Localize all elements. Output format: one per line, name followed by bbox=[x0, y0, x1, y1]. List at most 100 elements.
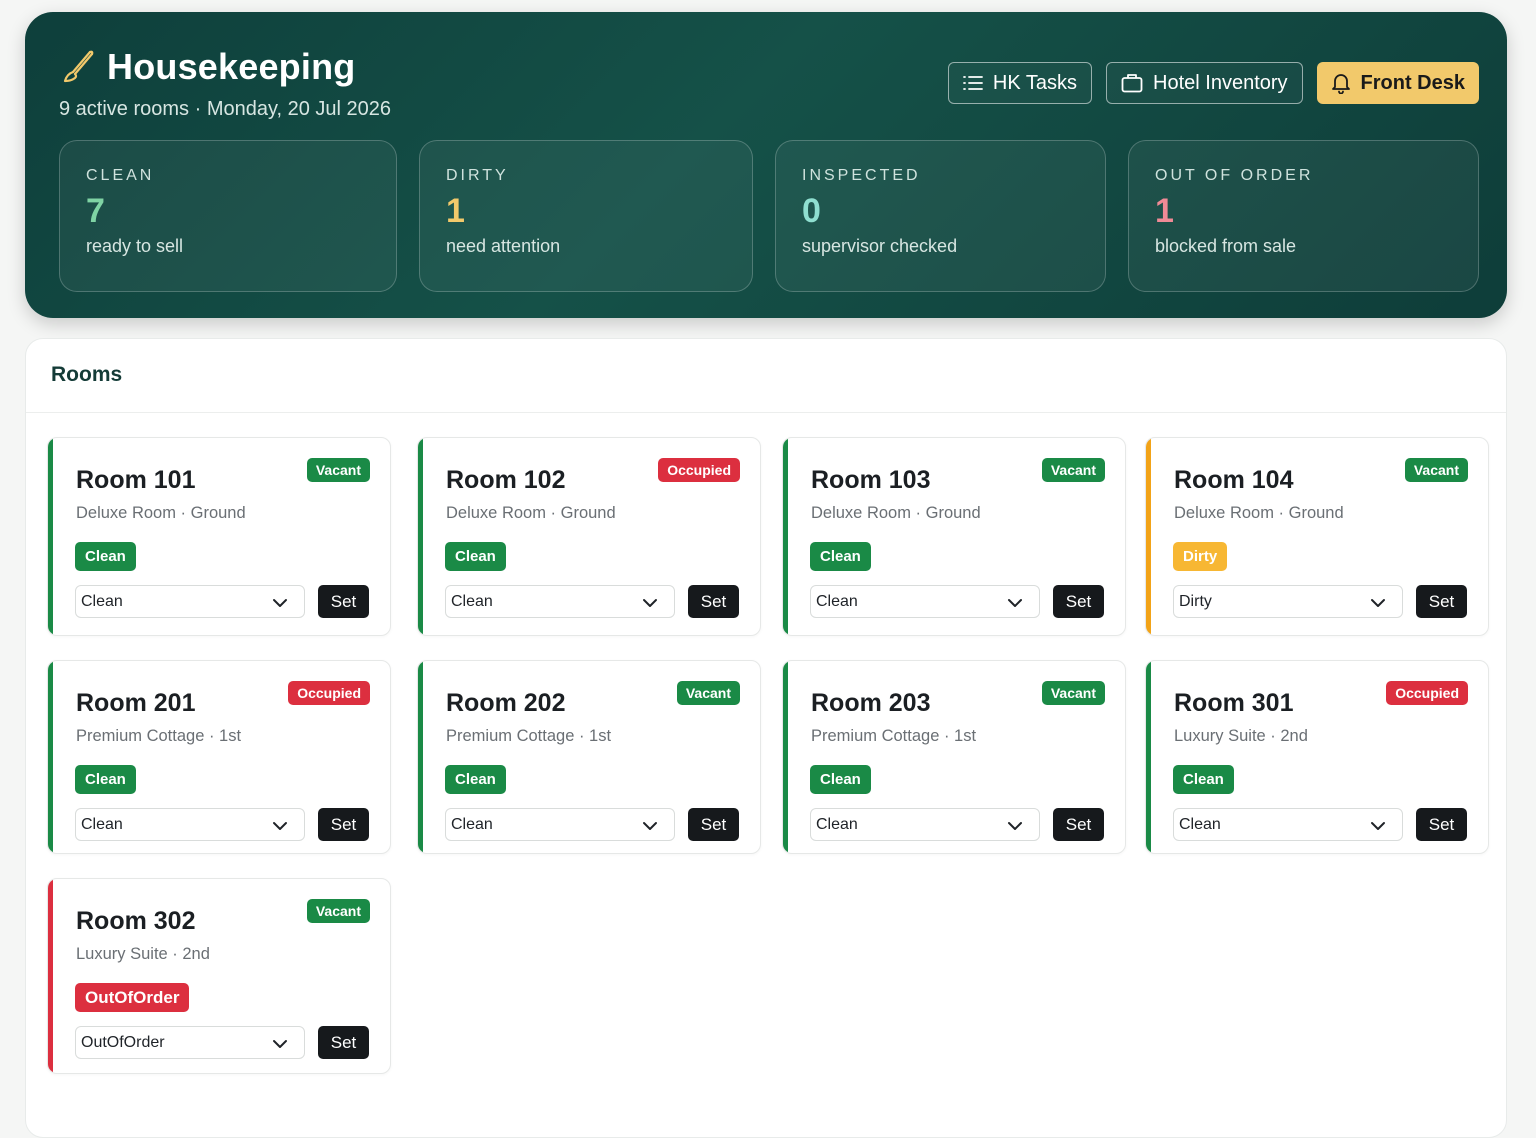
status-badge: Clean bbox=[75, 542, 136, 571]
status-select-value: Clean bbox=[816, 815, 858, 833]
occupancy-badge: Vacant bbox=[1041, 458, 1105, 482]
room-name: Room 104 bbox=[1174, 466, 1294, 494]
list-icon bbox=[963, 74, 983, 92]
front-desk-label: Front Desk bbox=[1360, 71, 1465, 94]
room-meta: Luxury Suite · 2nd bbox=[1174, 727, 1308, 745]
room-card: Room 203 Vacant Premium Cottage · 1st Cl… bbox=[782, 660, 1126, 854]
stat-label: INSPECTED bbox=[802, 167, 921, 184]
room-name: Room 201 bbox=[76, 689, 196, 717]
room-name: Room 103 bbox=[811, 466, 931, 494]
chevron-down-icon bbox=[1007, 595, 1023, 613]
rooms-panel-title: Rooms bbox=[51, 363, 123, 386]
status-select[interactable]: Clean bbox=[445, 585, 675, 618]
chevron-down-icon bbox=[272, 818, 288, 836]
rooms-panel-header: Rooms bbox=[26, 339, 1506, 413]
status-select-value: Clean bbox=[81, 592, 123, 610]
status-select[interactable]: Dirty bbox=[1173, 585, 1403, 618]
status-badge: Clean bbox=[810, 542, 871, 571]
status-select[interactable]: Clean bbox=[75, 808, 305, 841]
chevron-down-icon bbox=[642, 818, 658, 836]
occupancy-badge: Occupied bbox=[658, 458, 740, 482]
status-badge: Clean bbox=[810, 765, 871, 794]
status-select[interactable]: Clean bbox=[810, 585, 1040, 618]
room-card: Room 101 Vacant Deluxe Room · Ground Cle… bbox=[47, 437, 391, 636]
status-select[interactable]: Clean bbox=[445, 808, 675, 841]
room-meta: Premium Cottage · 1st bbox=[446, 727, 612, 745]
bag-icon bbox=[1121, 73, 1143, 93]
status-select-value: Clean bbox=[451, 815, 493, 833]
room-name: Room 301 bbox=[1174, 689, 1294, 717]
hk-tasks-label: HK Tasks bbox=[992, 71, 1078, 94]
room-meta: Premium Cottage · 1st bbox=[76, 727, 242, 745]
room-card: Room 302 Vacant Luxury Suite · 2nd OutOf… bbox=[47, 878, 391, 1074]
occupancy-badge: Occupied bbox=[288, 681, 370, 705]
room-card: Room 104 Vacant Deluxe Room · Ground Dir… bbox=[1145, 437, 1489, 636]
status-select[interactable]: Clean bbox=[75, 585, 305, 618]
occupancy-badge: Vacant bbox=[1041, 681, 1105, 705]
page-title: Housekeeping bbox=[107, 46, 356, 87]
stats-row: CLEAN 7 ready to sell DIRTY 1 need atten… bbox=[59, 140, 1479, 292]
set-status-button[interactable]: Set bbox=[318, 585, 369, 618]
status-select[interactable]: OutOfOrder bbox=[75, 1026, 305, 1059]
set-status-button[interactable]: Set bbox=[1053, 808, 1104, 841]
set-status-button[interactable]: Set bbox=[1416, 808, 1467, 841]
status-badge: OutOfOrder bbox=[75, 983, 190, 1012]
page-subtitle: 9 active rooms · Monday, 20 Jul 2026 bbox=[59, 98, 392, 120]
set-status-button[interactable]: Set bbox=[688, 585, 739, 618]
brush-icon bbox=[59, 48, 95, 86]
status-badge: Clean bbox=[75, 765, 136, 794]
room-card: Room 201 Occupied Premium Cottage · 1st … bbox=[47, 660, 391, 854]
hotel-inventory-button[interactable]: Hotel Inventory bbox=[1106, 62, 1303, 104]
status-badge: Dirty bbox=[1173, 542, 1228, 571]
set-status-button[interactable]: Set bbox=[318, 808, 369, 841]
stat-value: 0 bbox=[802, 192, 821, 230]
chevron-down-icon bbox=[272, 595, 288, 613]
stat-label: DIRTY bbox=[446, 167, 509, 184]
room-meta: Premium Cottage · 1st bbox=[811, 727, 977, 745]
status-badge: Clean bbox=[445, 765, 506, 794]
chevron-down-icon bbox=[1007, 818, 1023, 836]
title-row: Housekeeping bbox=[59, 46, 355, 88]
hotel-inventory-label: Hotel Inventory bbox=[1153, 71, 1288, 94]
room-name: Room 302 bbox=[76, 907, 196, 935]
status-select-value: Clean bbox=[1179, 815, 1221, 833]
room-meta: Deluxe Room · Ground bbox=[1174, 504, 1344, 522]
status-select-value: Clean bbox=[451, 592, 493, 610]
status-select-value: Clean bbox=[81, 815, 123, 833]
stat-desc: need attention bbox=[446, 236, 561, 257]
stat-desc: blocked from sale bbox=[1155, 236, 1297, 257]
stat-value: 1 bbox=[1155, 192, 1174, 230]
status-badge: Clean bbox=[445, 542, 506, 571]
room-card: Room 103 Vacant Deluxe Room · Ground Cle… bbox=[782, 437, 1126, 636]
occupancy-badge: Vacant bbox=[306, 458, 370, 482]
hk-tasks-button[interactable]: HK Tasks bbox=[947, 62, 1093, 104]
set-status-button[interactable]: Set bbox=[688, 808, 739, 841]
stat-value: 1 bbox=[446, 192, 465, 230]
occupancy-badge: Vacant bbox=[676, 681, 740, 705]
room-meta: Deluxe Room · Ground bbox=[446, 504, 616, 522]
chevron-down-icon bbox=[642, 595, 658, 613]
occupancy-badge: Vacant bbox=[306, 899, 370, 923]
set-status-button[interactable]: Set bbox=[1416, 585, 1467, 618]
status-select[interactable]: Clean bbox=[810, 808, 1040, 841]
stat-value: 7 bbox=[86, 192, 105, 230]
status-select-value: OutOfOrder bbox=[81, 1033, 165, 1051]
chevron-down-icon bbox=[272, 1036, 288, 1054]
status-select-value: Dirty bbox=[1179, 592, 1212, 610]
occupancy-badge: Vacant bbox=[1404, 458, 1468, 482]
chevron-down-icon bbox=[1370, 595, 1386, 613]
stat-label: CLEAN bbox=[86, 167, 155, 184]
room-meta: Luxury Suite · 2nd bbox=[76, 945, 210, 963]
set-status-button[interactable]: Set bbox=[318, 1026, 369, 1059]
stat-card-out-of-order: OUT OF ORDER 1 blocked from sale bbox=[1128, 140, 1479, 292]
housekeeping-header: Housekeeping 9 active rooms · Monday, 20… bbox=[25, 12, 1507, 318]
status-badge: Clean bbox=[1173, 765, 1234, 794]
status-select[interactable]: Clean bbox=[1173, 808, 1403, 841]
room-name: Room 102 bbox=[446, 466, 566, 494]
stat-desc: supervisor checked bbox=[802, 236, 958, 257]
front-desk-button[interactable]: Front Desk bbox=[1316, 62, 1479, 104]
status-select-value: Clean bbox=[816, 592, 858, 610]
chevron-down-icon bbox=[1370, 818, 1386, 836]
room-card: Room 301 Occupied Luxury Suite · 2nd Cle… bbox=[1145, 660, 1489, 854]
set-status-button[interactable]: Set bbox=[1053, 585, 1104, 618]
